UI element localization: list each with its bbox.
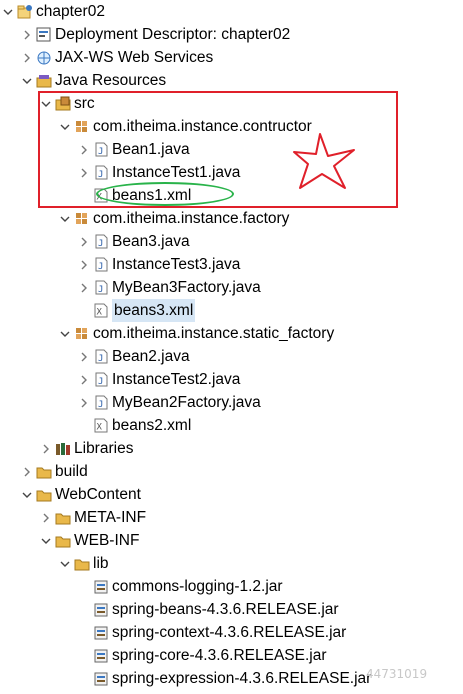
java-file-icon: J xyxy=(92,348,110,365)
expand-arrow-down-icon[interactable] xyxy=(59,322,71,345)
collapse-arrow-right-icon[interactable] xyxy=(78,230,90,253)
tree-item-label: Deployment Descriptor: chapter02 xyxy=(55,26,291,43)
xml-file-icon: X xyxy=(92,417,110,434)
tree-item-label: WebContent xyxy=(55,486,141,503)
java-file-icon: J xyxy=(92,233,110,250)
jar-file-icon xyxy=(92,647,110,664)
expand-arrow-down-icon[interactable] xyxy=(59,115,71,138)
collapse-arrow-right-icon[interactable] xyxy=(78,345,90,368)
java-file-icon: J xyxy=(92,371,110,388)
java-file-icon: J xyxy=(92,164,110,181)
tree-item-label: spring-beans-4.3.6.RELEASE.jar xyxy=(112,601,339,618)
tree-item-label: com.itheima.instance.contructor xyxy=(93,118,312,135)
tree-item-label: MyBean2Factory.java xyxy=(112,394,261,411)
svg-text:J: J xyxy=(98,400,103,410)
tree-item-label: com.itheima.instance.factory xyxy=(93,210,290,227)
svg-text:J: J xyxy=(98,170,103,180)
tree-item-label: Java Resources xyxy=(55,72,167,89)
package-icon xyxy=(73,210,91,227)
tree-item-label: lib xyxy=(93,555,109,572)
collapse-arrow-right-icon[interactable] xyxy=(21,23,33,46)
tree-item-label: Bean2.java xyxy=(112,348,190,365)
package-icon xyxy=(73,325,91,342)
collapse-arrow-right-icon[interactable] xyxy=(40,506,52,529)
red-star-annotation xyxy=(293,133,355,189)
expand-arrow-down-icon[interactable] xyxy=(21,483,33,506)
tree-item-label: com.itheima.instance.static_factory xyxy=(93,325,335,342)
xml-file-icon: X xyxy=(92,187,110,204)
web-services-icon xyxy=(35,49,53,66)
collapse-arrow-right-icon[interactable] xyxy=(40,437,52,460)
collapse-arrow-right-icon[interactable] xyxy=(21,46,33,69)
java-resources-icon xyxy=(35,72,53,89)
tree-item-label: Libraries xyxy=(74,440,134,457)
expand-arrow-down-icon[interactable] xyxy=(40,529,52,552)
tree-item-label: spring-expression-4.3.6.RELEASE.jar xyxy=(112,670,372,687)
tree-item-label: beans2.xml xyxy=(112,417,192,434)
deployment-descriptor-icon xyxy=(35,26,53,43)
xml-file-icon: X xyxy=(92,302,110,319)
jar-file-icon xyxy=(92,601,110,618)
expand-arrow-down-icon[interactable] xyxy=(59,207,71,230)
collapse-arrow-right-icon[interactable] xyxy=(78,138,90,161)
svg-text:J: J xyxy=(98,377,103,387)
java-file-icon: J xyxy=(92,256,110,273)
watermark-text: 44731019 xyxy=(366,667,428,681)
collapse-arrow-right-icon[interactable] xyxy=(78,368,90,391)
tree-item-label: chapter02 xyxy=(36,3,105,20)
collapse-arrow-right-icon[interactable] xyxy=(78,276,90,299)
folder-icon xyxy=(54,509,72,526)
svg-text:X: X xyxy=(97,193,103,203)
java-file-icon: J xyxy=(92,141,110,158)
library-icon xyxy=(54,440,72,457)
svg-text:J: J xyxy=(98,147,103,157)
svg-text:J: J xyxy=(98,239,103,249)
tree-item-label: InstanceTest1.java xyxy=(112,164,241,181)
expand-arrow-down-icon[interactable] xyxy=(59,552,71,575)
folder-icon xyxy=(54,532,72,549)
tree-item-label: JAX-WS Web Services xyxy=(55,49,214,66)
jar-file-icon xyxy=(92,624,110,641)
java-file-icon: J xyxy=(92,394,110,411)
tree-item-label: build xyxy=(55,463,88,480)
tree-item-label: META-INF xyxy=(74,509,147,526)
tree-item-label: spring-core-4.3.6.RELEASE.jar xyxy=(112,647,327,664)
tree-item-label: InstanceTest2.java xyxy=(112,371,241,388)
java-file-icon: J xyxy=(92,279,110,296)
expand-arrow-down-icon[interactable] xyxy=(40,92,52,115)
tree-item-label: WEB-INF xyxy=(74,532,140,549)
source-folder-icon xyxy=(54,95,72,112)
expand-arrow-down-icon[interactable] xyxy=(21,69,33,92)
collapse-arrow-right-icon[interactable] xyxy=(21,460,33,483)
collapse-arrow-right-icon[interactable] xyxy=(78,253,90,276)
tree-item-label: src xyxy=(74,95,95,112)
tree-item-label: Bean1.java xyxy=(112,141,190,158)
folder-icon xyxy=(35,463,53,480)
svg-text:J: J xyxy=(98,285,103,295)
tree-item-label: InstanceTest3.java xyxy=(112,256,241,273)
svg-text:X: X xyxy=(97,423,103,433)
package-icon xyxy=(73,118,91,135)
collapse-arrow-right-icon[interactable] xyxy=(78,161,90,184)
tree-item-label: spring-context-4.3.6.RELEASE.jar xyxy=(112,624,347,641)
svg-text:J: J xyxy=(98,354,103,364)
tree-item-label: MyBean3Factory.java xyxy=(112,279,261,296)
tree-item-label: beans1.xml xyxy=(112,187,192,204)
folder-icon xyxy=(73,555,91,572)
svg-text:J: J xyxy=(98,262,103,272)
project-icon xyxy=(16,3,34,20)
folder-icon xyxy=(35,486,53,503)
jar-file-icon xyxy=(92,670,110,687)
project-explorer-tree: chapter02 Deployment Descriptor: chapter0… xyxy=(0,0,463,692)
tree-item-label: beans3.xml xyxy=(112,299,196,322)
svg-text:X: X xyxy=(97,308,103,318)
jar-file-icon xyxy=(92,578,110,595)
tree-item-label: commons-logging-1.2.jar xyxy=(112,578,283,595)
tree-item-label: Bean3.java xyxy=(112,233,190,250)
expand-arrow-down-icon[interactable] xyxy=(2,0,14,23)
collapse-arrow-right-icon[interactable] xyxy=(78,391,90,414)
